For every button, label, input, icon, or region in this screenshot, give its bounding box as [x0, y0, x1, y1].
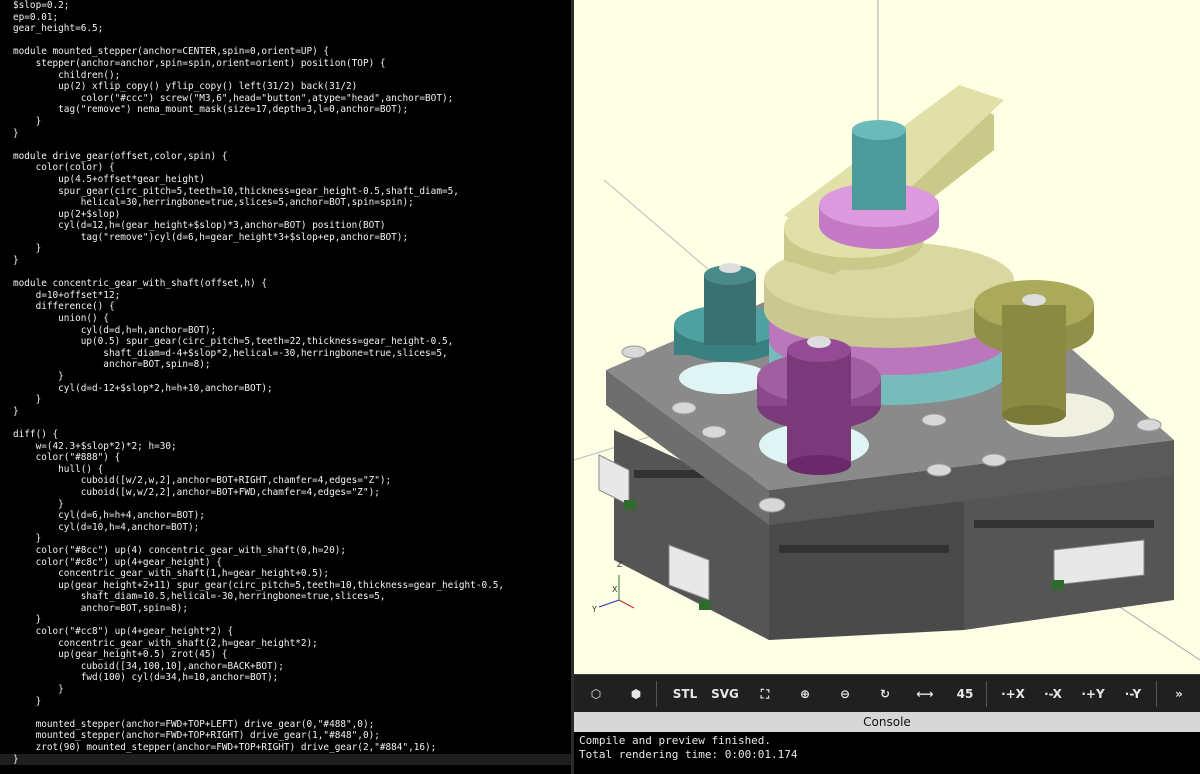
code-line: } — [13, 115, 42, 127]
code-line: cyl(d=10,h=4,anchor=BOT); — [13, 521, 200, 533]
code-line: color("#888") { — [13, 452, 121, 464]
code-line: concentric_gear_with_shaft(1,h=gear_heig… — [13, 568, 330, 580]
view-plus-x[interactable]: ·+X — [998, 679, 1028, 709]
code-line: zrot(90) mounted_stepper(anchor=FWD+TOP+… — [13, 742, 437, 753]
zoom-out-icon[interactable]: ⊖ — [830, 679, 860, 709]
code-line: module concentric_gear_with_shaft(offset… — [13, 278, 267, 290]
code-editor[interactable]: $slop=0.2; ep=0.01; gear_height=6.5;module… — [0, 0, 571, 774]
code-line: up(0.5) spur_gear(circ_pitch=5,teeth=22,… — [13, 336, 454, 348]
code-line: color("#ccc") screw("M3,6",head="button"… — [13, 92, 454, 104]
zoom-in-icon[interactable]: ⊕ — [790, 679, 820, 709]
code-line: } — [0, 753, 571, 766]
more-icon[interactable]: » — [1164, 679, 1194, 709]
code-line: up(gear_height+0.5) zrot(45) { — [13, 649, 228, 661]
code-line: color("#8cc") up(4) concentric_gear_with… — [13, 544, 347, 556]
code-line: shaft_diam=10.5,helical=-30,herringbone=… — [13, 591, 386, 603]
code-line: concentric_gear_with_shaft(2,h=gear_heig… — [13, 637, 318, 649]
code-line: } — [13, 614, 42, 626]
code-line: anchor=BOT,spin=8); — [13, 602, 188, 614]
code-line: tag("remove") nema_mount_mask(size=17,de… — [13, 104, 409, 116]
code-line: cuboid([34,100,10],anchor=BACK+BOT); — [13, 660, 284, 672]
code-line: mounted_stepper(anchor=FWD+TOP+RIGHT) dr… — [13, 730, 380, 742]
3d-viewport[interactable]: Z X Y — [574, 0, 1200, 674]
code-line: cuboid([w/2,w,2],anchor=BOT+RIGHT,chamfe… — [13, 475, 392, 487]
export-svg[interactable]: SVG — [710, 679, 740, 709]
code-line: $slop=0.2; — [13, 0, 70, 11]
view-minus-y[interactable]: ·-Y — [1118, 679, 1148, 709]
render-icon[interactable]: ⬢ — [621, 679, 651, 709]
code-line: hull() { — [13, 463, 104, 475]
code-line: } — [13, 243, 42, 255]
code-line: } — [13, 533, 42, 545]
code-line: } — [13, 127, 19, 139]
toolbar-separator — [1156, 681, 1157, 707]
code-line: cyl(d=12,h=(gear_height+$slop)*3,anchor=… — [13, 220, 386, 232]
code-line: stepper(anchor=anchor,spin=spin,orient=o… — [13, 57, 386, 69]
code-line: shaft_diam=d-4+$slop*2,helical=-30,herri… — [13, 347, 448, 359]
code-line: cyl(d=6,h=h+4,anchor=BOT); — [13, 510, 205, 522]
code-line: difference() { — [13, 301, 115, 313]
code-line: mounted_stepper(anchor=FWD+TOP+LEFT) dri… — [13, 718, 375, 730]
code-line: color("#c8c") up(4+gear_height) { — [13, 556, 222, 568]
axis-y-label: Y — [591, 605, 597, 614]
code-line: up(2+$slop) — [13, 208, 121, 220]
code-line: gear_height=6.5; — [13, 23, 104, 35]
code-line: cuboid([w,w/2,2],anchor=BOT+FWD,chamfer=… — [13, 486, 380, 498]
console-output: Compile and preview finished. Total rend… — [574, 732, 1200, 774]
console-header: Console — [574, 712, 1200, 732]
code-line: } — [13, 394, 42, 406]
code-line: up(gear_height+2+11) spur_gear(circ_pitc… — [13, 579, 505, 591]
code-line: up(2) xflip_copy() yflip_copy() left(31/… — [13, 81, 358, 93]
code-line: module drive_gear(offset,color,spin) { — [13, 150, 228, 162]
view-minus-x[interactable]: ·-X — [1038, 679, 1068, 709]
code-line: fwd(100) cyl(d=34,h=10,anchor=BOT); — [13, 672, 279, 684]
console-line: Compile and preview finished. — [579, 734, 772, 747]
perspective-icon[interactable]: ⟷ — [910, 679, 940, 709]
code-line: anchor=BOT,spin=8); — [13, 359, 211, 371]
code-line: ep=0.01; — [13, 11, 59, 23]
code-line: cyl(d=d,h=h,anchor=BOT); — [13, 324, 217, 336]
code-line: spur_gear(circ_pitch=5,teeth=10,thicknes… — [13, 185, 459, 197]
export-stl[interactable]: STL — [670, 679, 700, 709]
code-line: color("#cc8") up(4+gear_height*2) { — [13, 626, 234, 638]
code-line: } — [13, 255, 19, 267]
code-line: color(color) { — [13, 162, 115, 174]
code-line: module mounted_stepper(anchor=CENTER,spi… — [13, 46, 330, 58]
code-line: union() { — [13, 313, 109, 325]
orthogonal-icon[interactable]: 45 — [950, 679, 980, 709]
code-line: up(4.5+offset*gear_height) — [13, 173, 205, 185]
view-plus-y[interactable]: ·+Y — [1078, 679, 1108, 709]
axis-indicator: Z X Y — [591, 560, 635, 614]
view-all-icon[interactable]: ⛶ — [750, 679, 780, 709]
reset-view-icon[interactable]: ↻ — [870, 679, 900, 709]
code-line: helical=30,herringbone=true,slices=5,anc… — [13, 197, 414, 209]
code-line: } — [13, 371, 64, 382]
console-line: Total rendering time: 0:00:01.174 — [579, 748, 798, 761]
toolbar-separator — [656, 681, 657, 707]
toolbar-separator — [986, 681, 987, 707]
code-line: } — [13, 498, 64, 510]
code-line: cyl(d=d-12+$slop*2,h=h+10,anchor=BOT); — [13, 382, 273, 394]
axis-x-label: X — [612, 585, 618, 594]
code-line: } — [13, 405, 19, 417]
code-line: diff() { — [13, 428, 59, 440]
code-line: children(); — [13, 69, 121, 81]
model-render: Z X Y — [574, 0, 1200, 661]
code-line: w=(42.3+$slop*2)*2; h=30; — [13, 440, 177, 452]
code-line: d=10+offset*12; — [13, 289, 121, 301]
code-line: } — [13, 684, 64, 696]
axis-z-label: Z — [617, 560, 623, 569]
view-toolbar: ⬡ ⬢ STL SVG ⛶ ⊕ ⊖ ↻ ⟷ 45 ·+X ·-X ·+Y ·-Y » — [574, 674, 1200, 713]
code-line: } — [13, 695, 42, 707]
preview-icon[interactable]: ⬡ — [581, 679, 611, 709]
code-line: tag("remove")cyl(d=6,h=gear_height*3+$sl… — [13, 231, 409, 243]
